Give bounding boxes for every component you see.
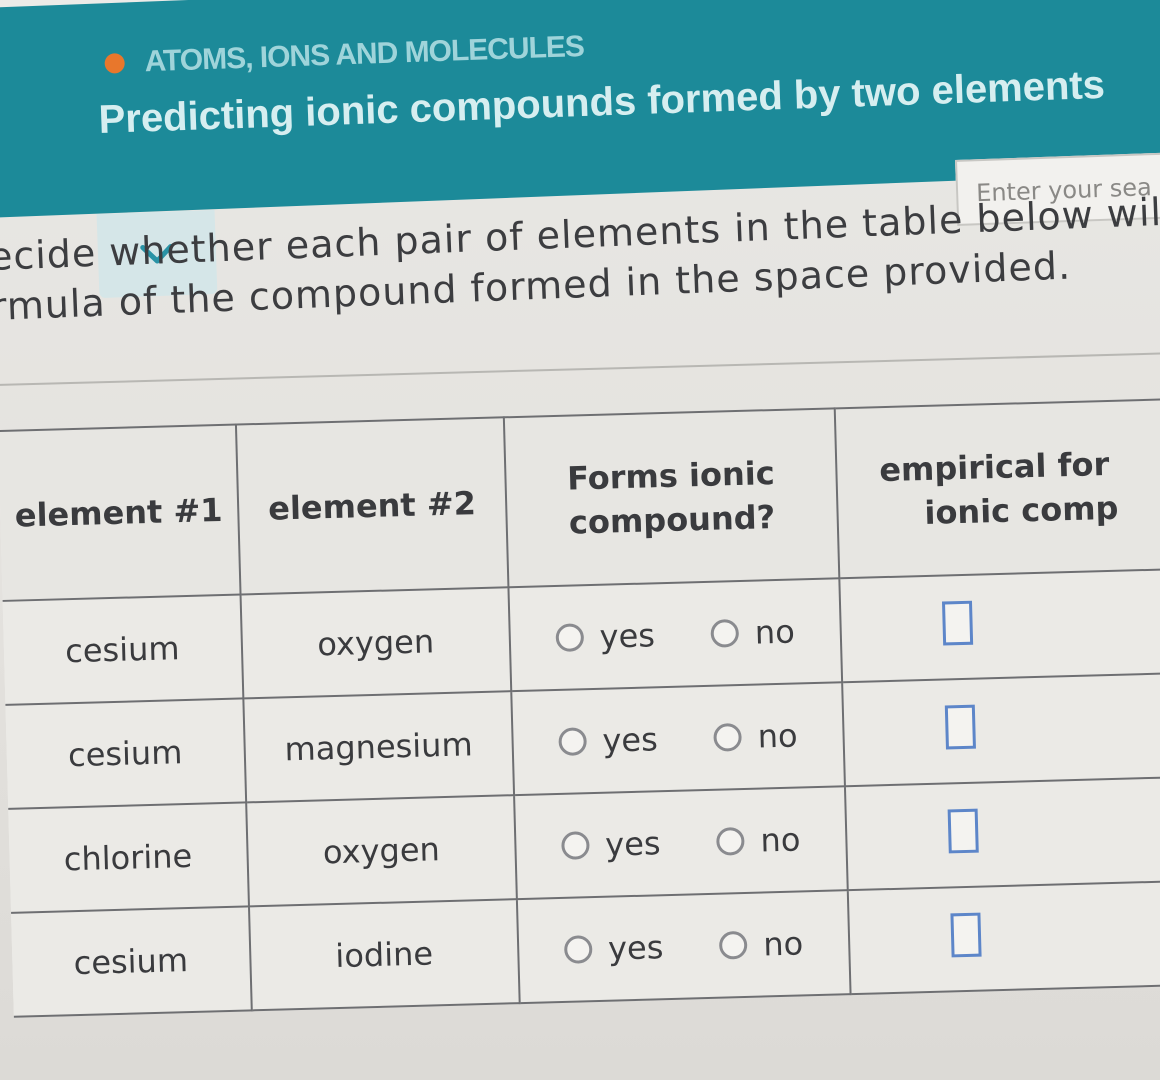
radio-yes-label: yes [601, 720, 659, 760]
formula-input[interactable] [941, 600, 974, 646]
formula-input[interactable] [944, 704, 976, 750]
radio-circle-icon[interactable] [716, 826, 745, 856]
formula-input[interactable] [950, 912, 982, 958]
topic-status-icon [104, 53, 126, 74]
forms-ionic-cell: yes no [513, 786, 848, 900]
page: ATOMS, IONS AND MOLECULES Predicting ion… [0, 0, 1160, 1080]
element-1-cell: cesium [11, 906, 252, 1017]
forms-ionic-cell: yes no [511, 682, 845, 796]
radio-yes[interactable]: yes [555, 616, 655, 657]
forms-ionic-radio-group: yes no [511, 611, 839, 658]
radio-circle-icon[interactable] [718, 930, 748, 960]
formula-cell [844, 775, 1160, 891]
element-2-cell: oxygen [245, 795, 517, 907]
forms-ionic-cell: yes no [508, 578, 842, 692]
radio-circle-icon[interactable] [710, 619, 740, 648]
table-header-row: element #1 element #2 Forms ionic compou… [0, 397, 1160, 601]
forms-ionic-radio-group: yes no [520, 923, 848, 970]
element-1-cell: cesium [5, 698, 246, 809]
radio-circle-icon[interactable] [713, 723, 743, 752]
compounds-table-wrapper: element #1 element #2 Forms ionic compou… [0, 350, 1160, 1018]
header-forms-ionic-line-2: compound? [568, 498, 776, 542]
radio-yes[interactable]: yes [558, 720, 658, 761]
header-forms-ionic: Forms ionic compound? [503, 408, 840, 588]
element-1-cell: cesium [2, 594, 244, 705]
radio-circle-icon[interactable] [560, 831, 590, 860]
radio-circle-icon[interactable] [555, 623, 585, 652]
radio-no[interactable]: no [718, 924, 804, 964]
element-1-cell: chlorine [8, 802, 249, 913]
radio-no[interactable]: no [716, 820, 801, 860]
radio-no[interactable]: no [713, 716, 798, 756]
formula-cell [847, 879, 1160, 995]
formula-input[interactable] [947, 808, 979, 854]
header-empirical-formula: empirical for ionic comp [834, 397, 1160, 579]
element-2-cell: magnesium [243, 691, 514, 803]
forms-ionic-radio-group: yes no [514, 715, 842, 762]
radio-yes-label: yes [599, 616, 656, 656]
radio-yes[interactable]: yes [560, 824, 662, 865]
radio-circle-icon[interactable] [563, 935, 593, 964]
table-top-divider [0, 350, 1160, 387]
radio-no-label: no [759, 820, 801, 860]
radio-yes[interactable]: yes [563, 928, 664, 969]
forms-ionic-radio-group: yes no [517, 819, 845, 866]
radio-circle-icon[interactable] [558, 727, 587, 756]
formula-cell [841, 671, 1160, 787]
header-element-1: element #1 [0, 424, 241, 601]
header-element-2: element #2 [235, 417, 509, 595]
forms-ionic-cell: yes no [516, 890, 851, 1004]
radio-no-label: no [762, 924, 804, 964]
radio-no[interactable]: no [710, 613, 795, 653]
radio-no-label: no [757, 716, 799, 756]
element-2-cell: oxygen [240, 587, 512, 699]
radio-yes-label: yes [607, 928, 664, 968]
radio-yes-label: yes [604, 824, 662, 864]
header-formula-line-1: empirical for [878, 444, 1110, 490]
element-2-cell: iodine [248, 899, 520, 1011]
formula-cell [839, 567, 1160, 683]
compounds-table: element #1 element #2 Forms ionic compou… [0, 396, 1160, 1018]
radio-no-label: no [754, 612, 796, 652]
